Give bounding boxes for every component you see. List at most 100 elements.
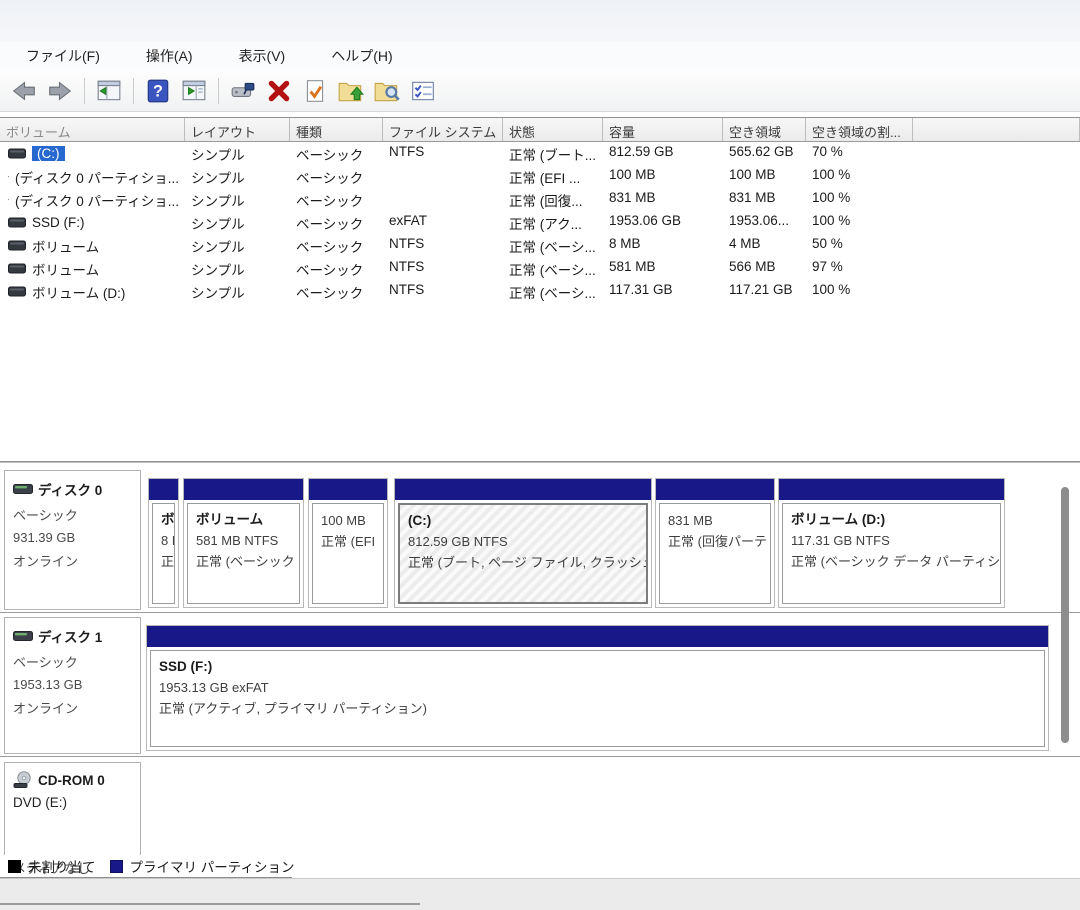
disk-management-window: ファイル(F) 操作(A) 表示(V) ヘルプ(H) ? (0, 0, 1080, 910)
volume-status: 正常 (ベーシ... (503, 280, 603, 303)
volume-free: 117.21 GB (723, 280, 806, 303)
volume-capacity: 1953.06 GB (603, 211, 723, 234)
table-row[interactable]: ボリューム シンプル ベーシック NTFS 正常 (ベーシ... 581 MB … (0, 257, 1080, 280)
volume-icon (8, 171, 9, 182)
volume-icon (8, 263, 26, 274)
partition-status: 正常 (EFI (321, 531, 379, 552)
partition-color-bar (147, 626, 1048, 647)
partition-disk1-f-drive[interactable]: SSD (F:) 1953.13 GB exFAT 正常 (アクティブ, プライ… (146, 625, 1049, 751)
volume-type: ベーシック (290, 211, 383, 234)
disk0-panel[interactable]: ディスク 0 ベーシック 931.39 GB オンライン (4, 470, 141, 610)
table-row[interactable]: (ディスク 0 パーティショ... シンプル ベーシック 正常 (EFI ...… (0, 165, 1080, 188)
partition-size: 100 MB (321, 510, 379, 531)
volume-type: ベーシック (290, 165, 383, 188)
volume-name: ボリューム (32, 259, 99, 279)
cdrom-panel[interactable]: CD-ROM 0 DVD (E:) メディアなし (4, 762, 141, 855)
volume-fs: NTFS (383, 280, 503, 303)
partition-size: 812.59 GB NTFS (408, 531, 642, 552)
volume-free: 100 MB (723, 165, 806, 188)
partition-disk0-recovery[interactable]: 831 MB 正常 (回復パーテ (655, 478, 775, 608)
primary-partition-swatch (110, 860, 123, 873)
delete-volume-icon[interactable] (263, 75, 295, 107)
help-icon[interactable]: ? (142, 75, 174, 107)
menu-file[interactable]: ファイル(F) (16, 43, 110, 69)
volume-capacity: 117.31 GB (603, 280, 723, 303)
volume-type: ベーシック (290, 188, 383, 211)
volume-type: ベーシック (290, 142, 383, 165)
disk1-panel[interactable]: ディスク 1 ベーシック 1953.13 GB オンライン (4, 617, 141, 754)
forward-icon[interactable] (44, 75, 76, 107)
disk-size: 931.39 GB (13, 530, 134, 545)
volume-status: 正常 (ベーシ... (503, 234, 603, 257)
table-row[interactable]: ボリューム (D:) シンプル ベーシック NTFS 正常 (ベーシ... 11… (0, 280, 1080, 303)
device-rescan-icon[interactable] (227, 75, 259, 107)
column-type[interactable]: 種類 (290, 118, 383, 141)
volume-layout: シンプル (185, 257, 290, 280)
partition-status: 正常 (ベーシック データ パーティシ (791, 551, 996, 572)
cdrom-icon (13, 771, 33, 789)
partition-status: 正常 (ベーシック (196, 551, 295, 572)
partition-color-bar (779, 479, 1004, 500)
folder-open-icon[interactable] (335, 75, 367, 107)
volume-status: 正常 (ベーシ... (503, 257, 603, 280)
folder-explore-icon[interactable] (371, 75, 403, 107)
volume-type: ベーシック (290, 280, 383, 303)
toolbar-separator (84, 78, 85, 104)
partition-disk0-reserved[interactable]: ボ! 8 M 正 (148, 478, 179, 608)
partition-color-bar (656, 479, 774, 500)
back-icon[interactable] (8, 75, 40, 107)
disk-label: ディスク 1 (38, 626, 102, 646)
volume-free-pct: 100 % (806, 280, 913, 303)
volume-status: 正常 (アク... (503, 211, 603, 234)
column-empty (913, 118, 1080, 141)
svg-text:?: ? (153, 82, 163, 100)
volume-capacity: 812.59 GB (603, 142, 723, 165)
volume-capacity: 581 MB (603, 257, 723, 280)
partition-name: ボリューム (196, 510, 295, 530)
menu-action[interactable]: 操作(A) (136, 43, 203, 69)
partition-name: (C:) (408, 511, 642, 531)
table-row[interactable]: ボリューム シンプル ベーシック NTFS 正常 (ベーシ... 8 MB 4 … (0, 234, 1080, 257)
partition-color-bar (309, 479, 387, 500)
partition-disk0-c-drive[interactable]: (C:) 812.59 GB NTFS 正常 (ブート, ページ ファイル, ク… (394, 478, 652, 608)
partition-disk0-efi[interactable]: 100 MB 正常 (EFI (308, 478, 388, 608)
disk1-row: ディスク 1 ベーシック 1953.13 GB オンライン SSD (F:) 1… (0, 615, 1080, 757)
partition-color-bar (184, 479, 303, 500)
table-row[interactable]: (ディスク 0 パーティショ... シンプル ベーシック 正常 (回復... 8… (0, 188, 1080, 211)
partition-name: ボリューム (D:) (791, 510, 996, 530)
column-free-percent[interactable]: 空き領域の割... (806, 118, 913, 141)
menu-help[interactable]: ヘルプ(H) (321, 43, 402, 69)
console-tree-icon[interactable] (93, 75, 125, 107)
disk-status: オンライン (13, 551, 134, 570)
menu-view[interactable]: 表示(V) (229, 43, 296, 69)
column-free-space[interactable]: 空き領域 (723, 118, 806, 141)
partition-disk0-volume[interactable]: ボリューム 581 MB NTFS 正常 (ベーシック (183, 478, 304, 608)
disk-type: ベーシック (13, 652, 134, 671)
column-layout[interactable]: レイアウト (185, 118, 290, 141)
table-row[interactable]: (C:) シンプル ベーシック NTFS 正常 (ブート... 812.59 G… (0, 142, 1080, 165)
properties-icon[interactable] (299, 75, 331, 107)
partition-size: 117.31 GB NTFS (791, 530, 996, 551)
disk0-row: ディスク 0 ベーシック 931.39 GB オンライン ボ! 8 M 正 ボリ… (0, 468, 1080, 613)
volume-free-pct: 100 % (806, 188, 913, 211)
volume-fs: exFAT (383, 211, 503, 234)
column-status[interactable]: 状態 (503, 118, 603, 141)
table-row[interactable]: SSD (F:) シンプル ベーシック exFAT 正常 (アク... 1953… (0, 211, 1080, 234)
volume-layout: シンプル (185, 280, 290, 303)
partition-name: ボ! (161, 510, 170, 530)
column-filesystem[interactable]: ファイル システム (383, 118, 503, 141)
partition-disk0-d-drive[interactable]: ボリューム (D:) 117.31 GB NTFS 正常 (ベーシック データ … (778, 478, 1005, 608)
volume-free-pct: 100 % (806, 211, 913, 234)
column-capacity[interactable]: 容量 (603, 118, 723, 141)
action-pane-icon[interactable] (178, 75, 210, 107)
volume-name: ボリューム (D:) (32, 282, 125, 302)
volume-free: 1953.06... (723, 211, 806, 234)
volume-icon (8, 148, 26, 159)
title-bar (0, 0, 1080, 42)
volume-status: 正常 (回復... (503, 188, 603, 211)
options-icon[interactable] (407, 75, 439, 107)
vertical-scrollbar[interactable] (1061, 487, 1069, 743)
volume-layout: シンプル (185, 234, 290, 257)
column-volume[interactable]: ボリューム (0, 118, 185, 141)
volume-free: 831 MB (723, 188, 806, 211)
